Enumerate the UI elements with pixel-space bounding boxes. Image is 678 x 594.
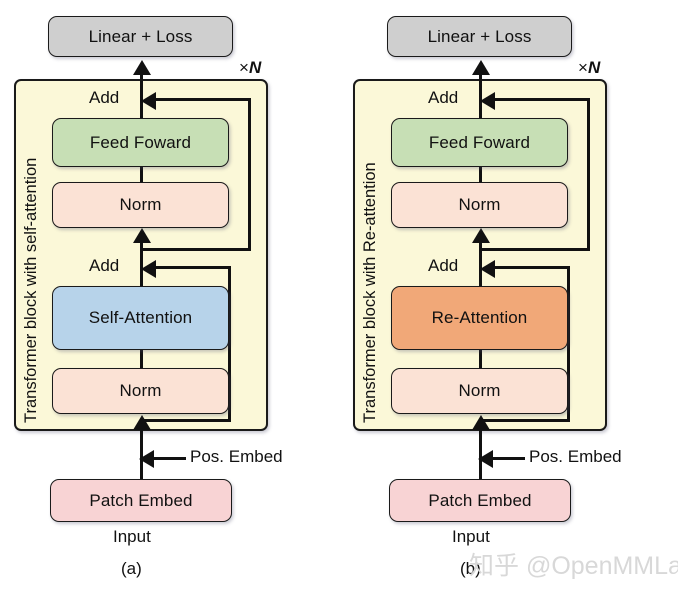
input-label-b: Input (452, 527, 490, 546)
skip-top-top-segment-a (155, 98, 251, 101)
transformer-block-label-a: Transformer block with self-attention (22, 157, 40, 423)
panel-b-re-attention: Linear + Loss ×N Transformer block with … (339, 0, 678, 594)
feed-forward-box-b[interactable]: Feed Foward (391, 118, 568, 167)
arrow-into-upper-norm-b (471, 228, 490, 243)
norm-upper-label-b: Norm (458, 195, 501, 214)
feed-forward-label-b: Feed Foward (428, 132, 531, 152)
norm-lower-label-a: Norm (119, 381, 162, 400)
norm-lower-label-b: Norm (458, 381, 501, 400)
norm-upper-box-a[interactable]: Norm (52, 182, 229, 228)
self-attention-box-a[interactable]: Self-Attention (52, 286, 229, 350)
linear-loss-box-b[interactable]: Linear + Loss (387, 16, 572, 57)
panel-a-self-attention: Linear + Loss ×N Transformer block with … (0, 0, 339, 594)
re-attention-box-b[interactable]: Re-Attention (391, 286, 568, 350)
linear-loss-label-b: Linear + Loss (427, 26, 532, 46)
pos-embed-label-b: Pos. Embed (529, 447, 622, 466)
linear-loss-box-a[interactable]: Linear + Loss (48, 16, 233, 57)
add-top-label-b: Add (428, 88, 459, 107)
arrow-into-linear-loss-a (132, 60, 151, 75)
skip-top-right-segment-a (248, 98, 251, 251)
pos-embed-arrow-a (139, 450, 154, 468)
add-bottom-label-b: Add (428, 256, 459, 275)
patch-embed-box-b[interactable]: Patch Embed (389, 479, 571, 522)
watermark: 知乎 @OpenMMLab (469, 552, 678, 580)
arrow-into-linear-loss-b (471, 60, 490, 75)
arrow-into-upper-norm-a (132, 228, 151, 243)
skip-top-right-segment-b (587, 98, 590, 251)
norm-lower-box-a[interactable]: Norm (52, 368, 229, 414)
skip-top-bottom-segment-a (141, 248, 251, 251)
transformer-block-label-b: Transformer block with Re-attention (361, 162, 379, 423)
skip-bottom-top-segment-b (494, 266, 570, 269)
patch-embed-box-a[interactable]: Patch Embed (50, 479, 232, 522)
pos-embed-line-a (152, 457, 186, 460)
re-attention-label-b: Re-Attention (431, 308, 528, 327)
skip-top-bottom-segment-b (480, 248, 590, 251)
linear-loss-label-a: Linear + Loss (88, 26, 193, 46)
repeat-count-label-a: ×N (239, 58, 262, 77)
pos-embed-line-b (491, 457, 525, 460)
feed-forward-label-a: Feed Foward (89, 132, 192, 152)
panel-caption-a: (a) (121, 559, 142, 578)
norm-upper-label-a: Norm (119, 195, 162, 214)
skip-bottom-bottom-segment-a (141, 419, 231, 422)
skip-bottom-arrow-a (141, 259, 156, 278)
patch-embed-label-b: Patch Embed (428, 490, 532, 510)
skip-bottom-top-segment-a (155, 266, 231, 269)
add-bottom-label-a: Add (89, 256, 120, 275)
pos-embed-label-a: Pos. Embed (190, 447, 283, 466)
arrow-into-lower-norm-a (132, 415, 151, 430)
norm-upper-box-b[interactable]: Norm (391, 182, 568, 228)
skip-bottom-bottom-segment-b (480, 419, 570, 422)
skip-top-arrow-b (480, 91, 495, 110)
add-top-label-a: Add (89, 88, 120, 107)
arrow-into-lower-norm-b (471, 415, 490, 430)
pos-embed-arrow-b (478, 450, 493, 468)
patch-embed-label-a: Patch Embed (89, 490, 193, 510)
feed-forward-box-a[interactable]: Feed Foward (52, 118, 229, 167)
repeat-count-label-b: ×N (578, 58, 601, 77)
norm-lower-box-b[interactable]: Norm (391, 368, 568, 414)
skip-top-arrow-a (141, 91, 156, 110)
self-attention-label-a: Self-Attention (88, 308, 193, 327)
skip-top-top-segment-b (494, 98, 590, 101)
input-label-a: Input (113, 527, 151, 546)
skip-bottom-arrow-b (480, 259, 495, 278)
